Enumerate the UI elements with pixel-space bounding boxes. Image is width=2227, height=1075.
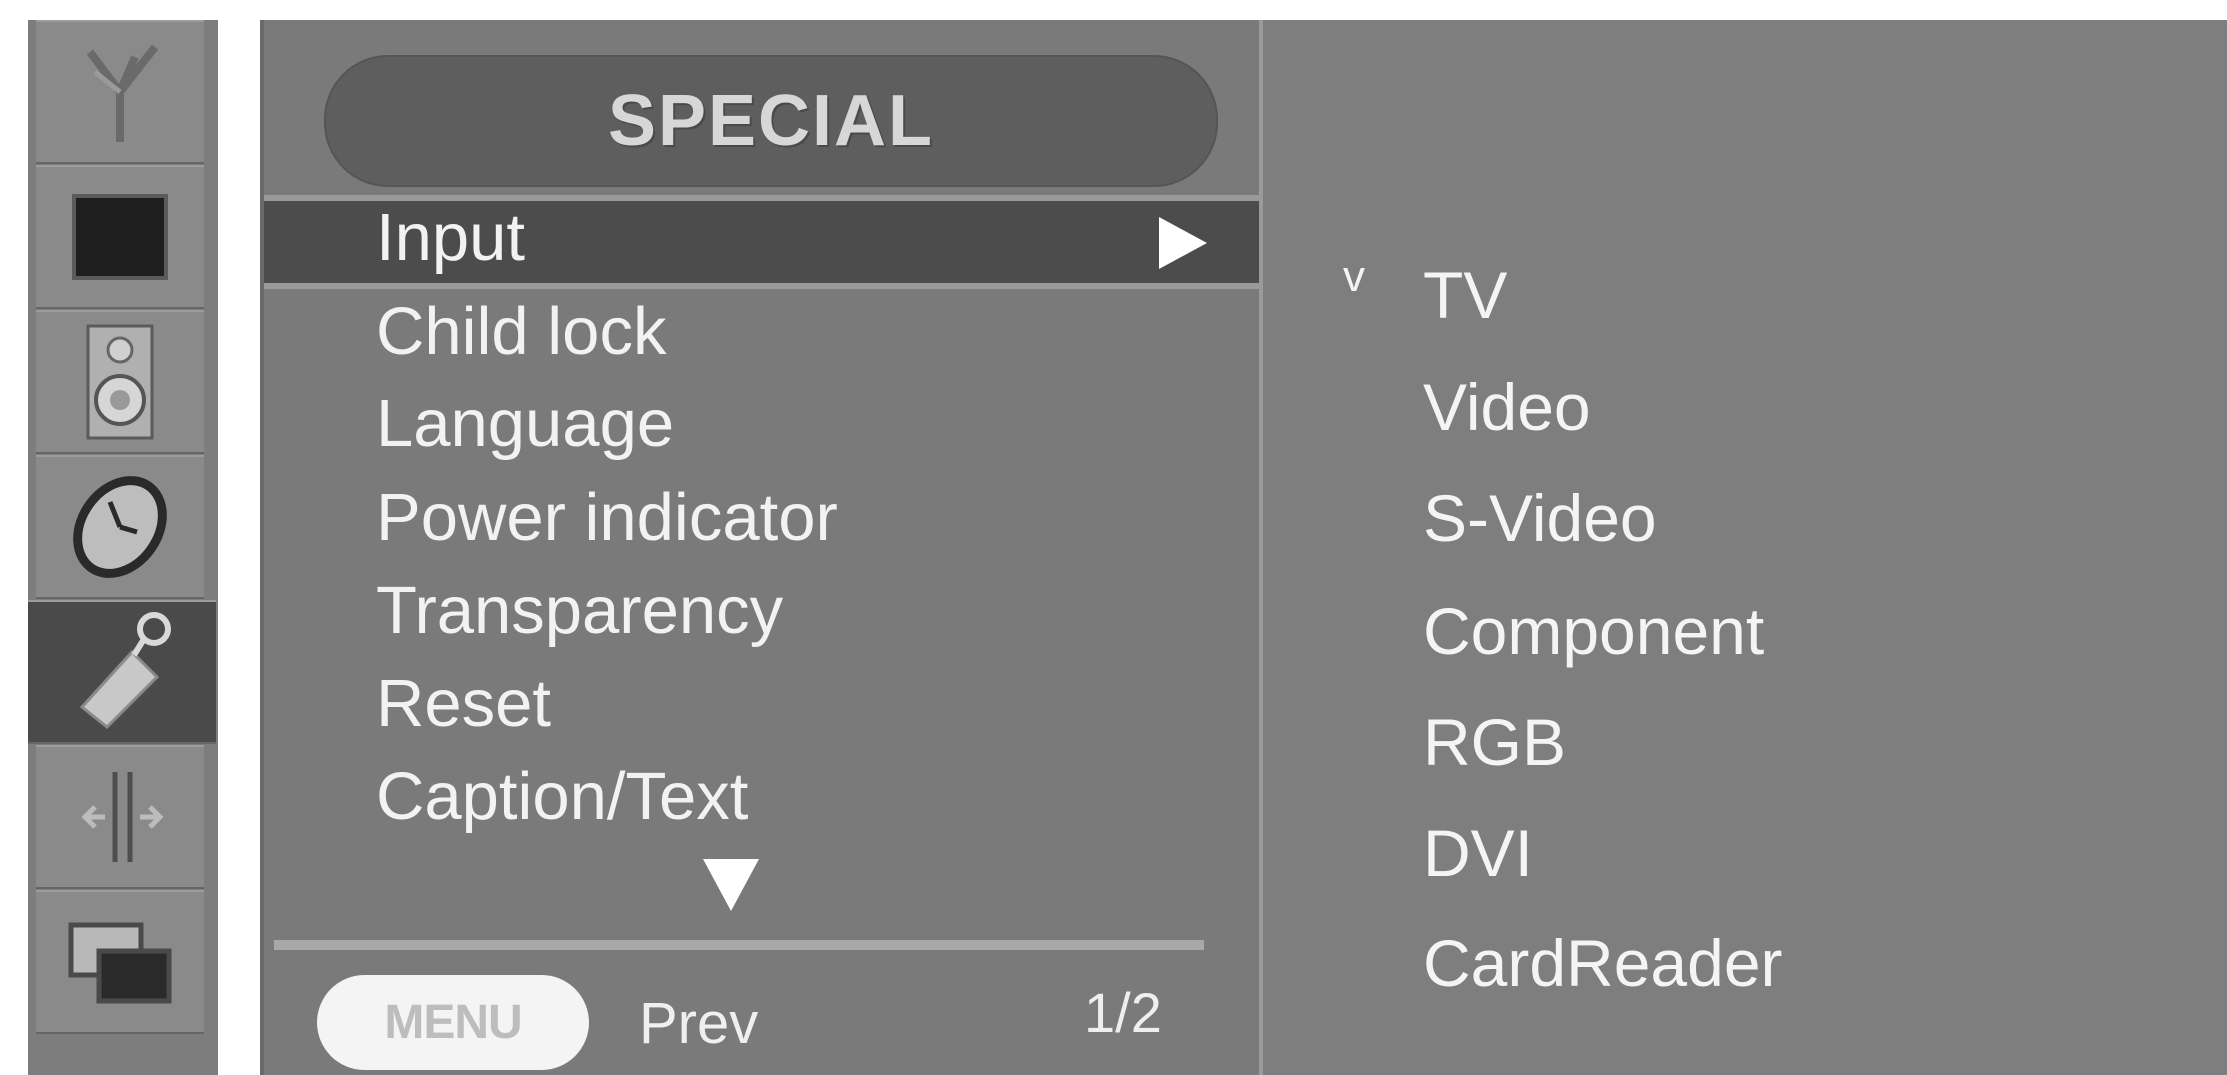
input-options-panel: v TV Video S-Video Component RGB DVI Car… <box>1263 20 2227 1075</box>
menu-item-label: Transparency <box>376 573 784 648</box>
menu-item-label: Language <box>376 386 675 461</box>
menu-title: SPECIAL <box>607 81 935 161</box>
special-menu-panel: SPECIAL Input Child lock Language Power … <box>260 20 1267 1075</box>
option-video[interactable]: Video <box>1423 362 1591 452</box>
clock-icon[interactable] <box>36 455 204 599</box>
option-tv[interactable]: TV <box>1423 250 1507 340</box>
prev-label: Prev <box>639 991 759 1056</box>
tool-icon[interactable] <box>28 600 216 744</box>
menu-button-label: MENU <box>384 996 522 1049</box>
menu-item-language[interactable]: Language <box>264 381 1259 473</box>
menu-item-reset[interactable]: Reset <box>264 661 1259 753</box>
menu-header: SPECIAL <box>324 55 1218 187</box>
option-cardreader[interactable]: CardReader <box>1423 918 1783 1008</box>
footer-divider <box>274 940 1204 950</box>
option-rgb[interactable]: RGB <box>1423 697 1566 787</box>
pip-icon[interactable] <box>36 890 204 1034</box>
speaker-icon[interactable] <box>36 310 204 454</box>
menu-item-transparency[interactable]: Transparency <box>264 568 1259 660</box>
menu-item-power-indicator[interactable]: Power indicator <box>264 475 1259 567</box>
scroll-down-arrow-icon[interactable] <box>701 857 761 913</box>
page-indicator: 1/2 <box>1084 981 1162 1044</box>
menu-item-label: Reset <box>376 666 552 741</box>
menu-item-label: Caption/Text <box>376 759 749 834</box>
menu-item-child-lock[interactable]: Child lock <box>264 289 1259 381</box>
menu-item-caption-text[interactable]: Caption/Text <box>264 754 1259 846</box>
antenna-icon[interactable] <box>36 20 204 164</box>
menu-item-input[interactable]: Input <box>264 195 1259 289</box>
option-dvi[interactable]: DVI <box>1423 808 1533 898</box>
adjust-icon[interactable] <box>36 745 204 889</box>
selected-check-icon: v <box>1343 252 1365 301</box>
menu-item-label: Input <box>376 200 526 275</box>
menu-item-label: Power indicator <box>376 480 838 555</box>
menu-item-label: Child lock <box>376 294 667 369</box>
icon-strip <box>28 20 218 1075</box>
option-component[interactable]: Component <box>1423 586 1764 676</box>
chevron-right-icon <box>1159 217 1207 269</box>
menu-button[interactable]: MENU <box>317 975 589 1070</box>
option-s-video[interactable]: S-Video <box>1423 473 1657 563</box>
screen-icon[interactable] <box>36 165 204 309</box>
